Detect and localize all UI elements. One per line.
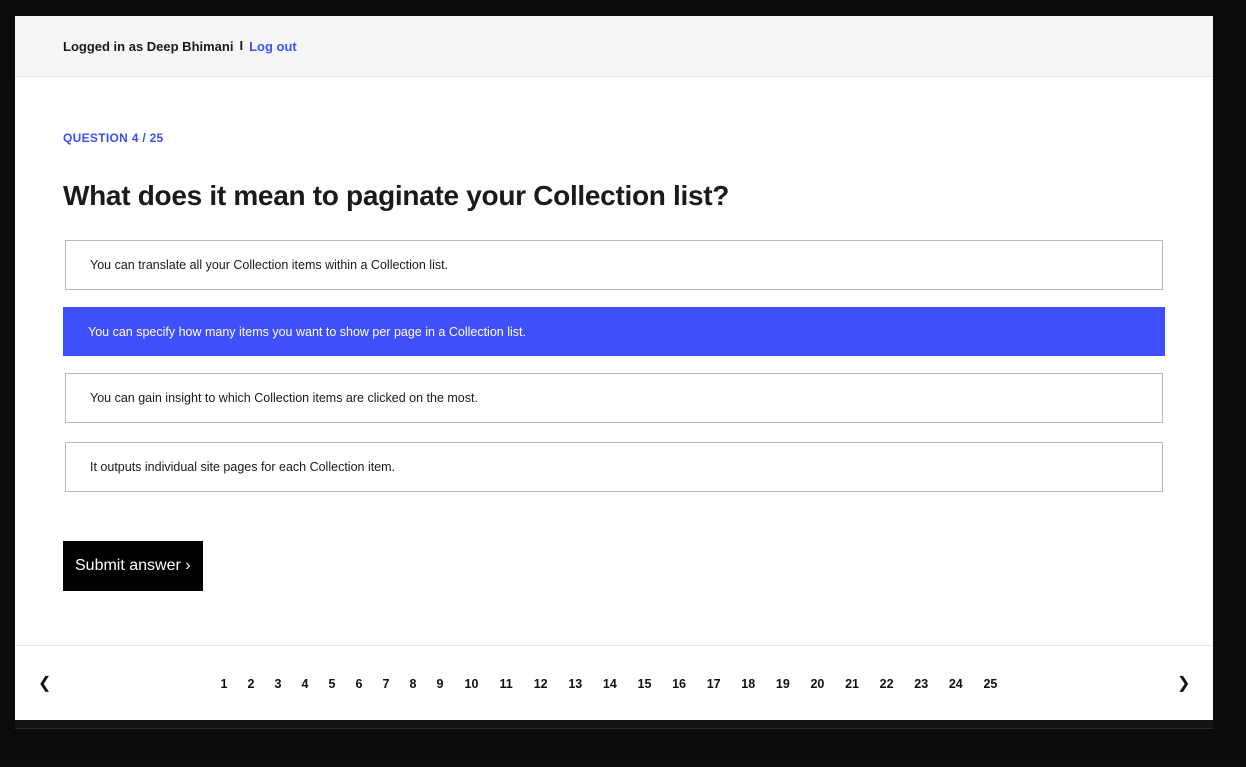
page-link-22[interactable]: 22 xyxy=(878,677,895,691)
page-link-18[interactable]: 18 xyxy=(740,677,757,691)
answer-option-4[interactable]: It outputs individual site pages for eac… xyxy=(65,442,1163,492)
answer-option-label: You can gain insight to which Collection… xyxy=(90,391,478,405)
quiz-window: Logged in as Deep Bhimani I Log out QUES… xyxy=(15,16,1213,720)
page-link-13[interactable]: 13 xyxy=(567,677,584,691)
page-link-21[interactable]: 21 xyxy=(844,677,861,691)
page-list: 1 2 3 4 5 6 7 8 9 10 11 12 13 14 15 16 17 18 19 20 21 22 23 24 2… xyxy=(220,674,999,694)
answer-option-label: You can translate all your Collection it… xyxy=(90,258,449,272)
page-link-25[interactable]: 25 xyxy=(982,677,999,691)
chevron-right-icon[interactable]: ❯ xyxy=(1177,676,1190,692)
chevron-left-icon[interactable]: ❮ xyxy=(38,676,51,692)
separator: I xyxy=(239,37,244,53)
window-bottom-edge xyxy=(15,720,1213,729)
question-counter: QUESTION 4 / 25 xyxy=(63,131,164,145)
page-link-24[interactable]: 24 xyxy=(947,677,964,691)
page-link-7[interactable]: 7 xyxy=(382,677,390,691)
page-link-12[interactable]: 12 xyxy=(532,677,549,691)
page-link-20[interactable]: 20 xyxy=(809,677,826,691)
page-link-3[interactable]: 3 xyxy=(274,677,282,691)
page-link-2[interactable]: 2 xyxy=(247,677,255,691)
page-link-4[interactable]: 4 xyxy=(301,677,309,691)
answer-option-3[interactable]: You can gain insight to which Collection… xyxy=(65,373,1163,423)
logged-in-label: Logged in as Deep Bhimani xyxy=(63,38,234,54)
question-title: What does it mean to paginate your Colle… xyxy=(63,180,730,211)
page-link-16[interactable]: 16 xyxy=(671,677,688,691)
page-link-6[interactable]: 6 xyxy=(355,677,363,691)
page-link-8[interactable]: 8 xyxy=(409,677,417,691)
answer-option-label: You can specify how many items you want … xyxy=(88,324,526,339)
page-link-17[interactable]: 17 xyxy=(705,677,722,691)
page-link-23[interactable]: 23 xyxy=(913,677,930,691)
submit-answer-button[interactable]: Submit answer › xyxy=(63,541,203,591)
page-link-10[interactable]: 10 xyxy=(463,677,480,691)
logout-link[interactable]: Log out xyxy=(249,39,297,54)
pagination-footer: ❮ 1 2 3 4 5 6 7 8 9 10 11 12 13 14 15 16 17 18 19 20 21 22 23 2… xyxy=(15,645,1213,720)
page-link-11[interactable]: 11 xyxy=(498,677,515,691)
page-link-9[interactable]: 9 xyxy=(436,677,444,691)
top-bar: Logged in as Deep Bhimani I Log out xyxy=(15,16,1213,77)
page-link-14[interactable]: 14 xyxy=(601,677,618,691)
answer-option-2-selected[interactable]: You can specify how many items you want … xyxy=(63,307,1165,356)
page-link-1[interactable]: 1 xyxy=(220,677,228,691)
page-link-19[interactable]: 19 xyxy=(774,677,791,691)
page-link-15[interactable]: 15 xyxy=(636,677,653,691)
page-link-5[interactable]: 5 xyxy=(328,677,336,691)
answer-option-1[interactable]: You can translate all your Collection it… xyxy=(65,240,1163,290)
answer-option-label: It outputs individual site pages for eac… xyxy=(90,460,396,474)
